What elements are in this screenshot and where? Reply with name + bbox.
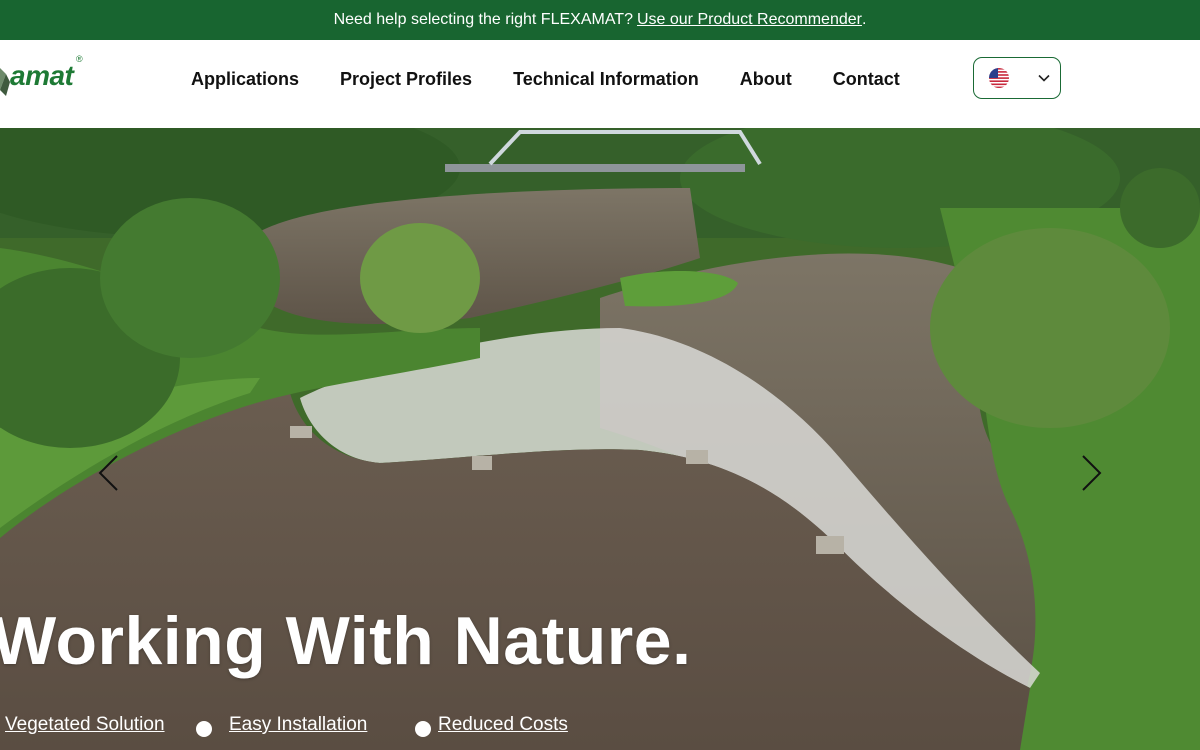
product-recommender-link[interactable]: Use our Product Recommender bbox=[637, 11, 862, 29]
chevron-left-icon[interactable] bbox=[97, 454, 121, 492]
registered-mark: ® bbox=[76, 54, 83, 64]
site-header: amat ® Applications Project Profiles Tec… bbox=[0, 40, 1200, 128]
flexamat-logo[interactable]: amat ® bbox=[0, 52, 96, 100]
announcement-text: Need help selecting the right FLEXAMAT? bbox=[333, 11, 633, 28]
announcement-bar: Need help selecting the right FLEXAMAT? … bbox=[0, 0, 1200, 40]
chevron-down-icon bbox=[1038, 74, 1050, 82]
chevron-right-icon[interactable] bbox=[1079, 454, 1103, 492]
nav-about[interactable]: About bbox=[740, 69, 792, 90]
bullet-dot-icon bbox=[196, 721, 212, 737]
nav-applications[interactable]: Applications bbox=[191, 69, 299, 90]
nav-technical-information[interactable]: Technical Information bbox=[513, 69, 699, 90]
nav-contact[interactable]: Contact bbox=[833, 69, 900, 90]
main-nav: Applications Project Profiles Technical … bbox=[191, 40, 900, 118]
hero-slider: Working With Nature. Vegetated Solution … bbox=[0, 128, 1200, 750]
nav-project-profiles[interactable]: Project Profiles bbox=[340, 69, 472, 90]
bullet-dot-icon bbox=[415, 721, 431, 737]
logo-mark-icon bbox=[0, 68, 10, 96]
logo-text: amat bbox=[10, 60, 74, 91]
feature-easy-installation[interactable]: Easy Installation bbox=[229, 714, 367, 736]
announcement-period: . bbox=[861, 11, 867, 28]
feature-vegetated-solution[interactable]: Vegetated Solution bbox=[5, 714, 165, 736]
language-selector[interactable] bbox=[973, 57, 1061, 99]
hero-feature-list: Vegetated Solution Easy Installation Red… bbox=[0, 714, 1200, 738]
feature-reduced-costs[interactable]: Reduced Costs bbox=[438, 714, 568, 736]
hero-headline: Working With Nature. bbox=[0, 603, 692, 679]
us-flag-icon bbox=[989, 68, 1009, 88]
